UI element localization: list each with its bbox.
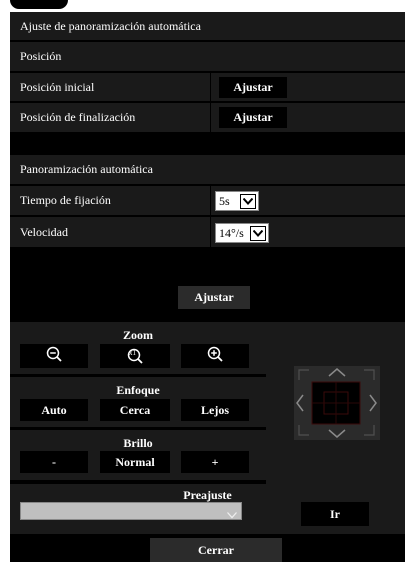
zoom-in-button[interactable] — [181, 344, 249, 368]
row-divider — [210, 186, 211, 215]
zoom-title: Zoom — [123, 328, 153, 342]
autopan-set-button[interactable]: Ajustar — [178, 286, 250, 309]
focus-group: Enfoque Auto Cerca Lejos — [10, 377, 266, 427]
zoom-out-icon — [46, 346, 62, 366]
page-title: Ajuste de panoramización automática — [20, 18, 201, 33]
brightness-group: Brillo - Normal + — [10, 430, 266, 480]
position-section-header: Posición — [10, 42, 405, 71]
position-section-title: Posición — [20, 49, 62, 63]
autopan-section-title: Panoramización automática — [20, 162, 153, 176]
dwell-time-row: Tiempo de fijación 5s — [10, 186, 405, 215]
ptz-control-pad — [266, 322, 405, 487]
autopan-section-header: Panoramización automática — [10, 155, 405, 184]
end-position-set-button[interactable]: Ajustar — [219, 107, 287, 128]
zoom-reset-button[interactable]: x1 — [100, 344, 170, 368]
preset-select[interactable] — [20, 502, 242, 520]
row-divider — [210, 73, 211, 101]
preset-title: Preajuste — [183, 488, 232, 502]
speed-label: Velocidad — [20, 224, 68, 239]
focus-title: Enfoque — [116, 383, 160, 397]
dwell-time-label: Tiempo de fijación — [20, 193, 111, 207]
focus-auto-button[interactable]: Auto — [20, 399, 88, 421]
speed-value: 14°/s — [219, 225, 244, 240]
speed-row: Velocidad 14°/s — [10, 217, 405, 247]
chevron-down-icon — [250, 226, 266, 241]
dwell-time-value: 5s — [219, 193, 230, 208]
focus-near-button[interactable]: Cerca — [100, 399, 170, 421]
chevron-down-icon — [227, 506, 237, 524]
chevron-down-icon — [240, 194, 256, 209]
speed-select[interactable]: 14°/s — [215, 223, 269, 243]
close-button[interactable]: Cerrar — [150, 538, 282, 562]
start-position-row: Posición inicial Ajustar — [10, 73, 405, 101]
zoom-group: Zoom x1 — [10, 322, 266, 374]
preset-row: Preajuste Ir — [10, 484, 405, 534]
end-position-row: Posición de finalización Ajustar — [10, 103, 405, 132]
brightness-minus-button[interactable]: - — [20, 451, 88, 473]
zoom-reset-text: x1 — [129, 349, 136, 357]
row-divider — [210, 217, 211, 247]
focus-far-button[interactable]: Lejos — [181, 399, 249, 421]
end-position-label: Posición de finalización — [20, 110, 136, 124]
title-row: Ajuste de panoramización automática — [10, 12, 405, 40]
start-position-label: Posición inicial — [20, 79, 95, 94]
dwell-time-select[interactable]: 5s — [215, 191, 259, 211]
zoom-in-icon — [207, 346, 223, 366]
top-decoration — [10, 0, 68, 9]
start-position-set-button[interactable]: Ajustar — [219, 77, 287, 98]
zoom-out-button[interactable] — [20, 344, 88, 368]
brightness-plus-button[interactable]: + — [181, 451, 249, 473]
brightness-normal-button[interactable]: Normal — [100, 451, 170, 473]
auto-pan-panel: Ajuste de panoramización automática Posi… — [10, 12, 405, 562]
brightness-title: Brillo — [123, 436, 153, 450]
row-divider — [210, 103, 211, 132]
preset-go-button[interactable]: Ir — [301, 502, 369, 526]
zoom-reset-icon: x1 — [127, 348, 143, 364]
